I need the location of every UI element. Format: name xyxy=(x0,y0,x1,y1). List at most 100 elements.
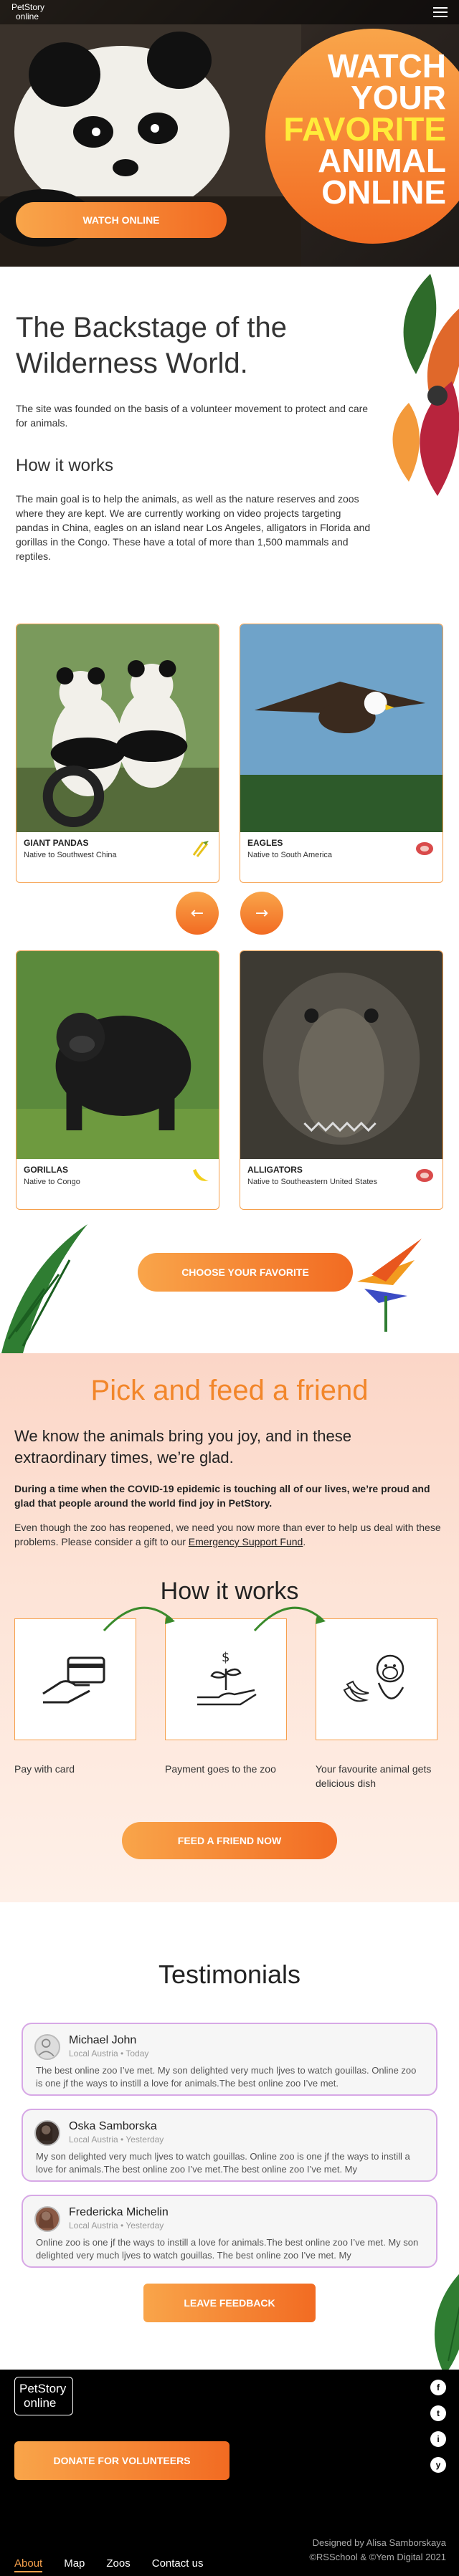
footer-nav-contact[interactable]: Contact us xyxy=(152,2557,204,2572)
svg-text:$: $ xyxy=(222,1650,230,1665)
avatar xyxy=(34,2206,60,2232)
footer: PetStory online DONATE FOR VOLUNTEERS f … xyxy=(0,2370,459,2576)
feed-friend-button[interactable]: FEED A FRIEND NOW xyxy=(122,1822,337,1859)
facebook-icon[interactable]: f xyxy=(430,2380,446,2395)
animal-name: ALLIGATORS xyxy=(247,1165,303,1175)
testimonials-section: Testimonials Michael John Local Austria … xyxy=(0,1902,459,2375)
about-intro: The site was founded on the basis of a v… xyxy=(16,403,369,429)
step-zoo: $ Payment goes to the zoo xyxy=(165,1618,287,1790)
footer-logo-line-2: online xyxy=(24,2396,57,2410)
feed-text: Even though the zoo has reopened, we nee… xyxy=(14,1520,445,1549)
avatar xyxy=(34,2120,60,2146)
animal-info: GORILLAS Native to Congo xyxy=(24,1165,80,1186)
feed-text-end: . xyxy=(303,1536,306,1547)
youtube-icon[interactable]: y xyxy=(430,2457,446,2473)
hero-title-line-1: Watch your xyxy=(327,47,446,116)
panda-image xyxy=(16,624,219,832)
hero-title-line-2: favorite xyxy=(283,110,446,148)
animal-native: Native to Southwest China xyxy=(24,851,117,859)
step-label: Pay with card xyxy=(14,1763,75,1775)
curved-arrow-icon xyxy=(253,1606,326,1632)
feed-bold-text: During a time when the COVID-19 epidemic… xyxy=(14,1483,430,1509)
next-arrow-button[interactable]: → xyxy=(240,892,283,935)
testimonial-text: Online zoo is one jf the ways to instill… xyxy=(36,2237,419,2261)
feed-how-title: How it works xyxy=(160,1578,299,1605)
bamboo-icon xyxy=(192,841,209,857)
animals-section: GIANT PANDAS Native to Southwest China E… xyxy=(0,624,459,1353)
watch-online-button[interactable]: WATCH ONLINE xyxy=(16,202,227,238)
banana-icon xyxy=(193,1169,209,1181)
step-box xyxy=(316,1618,437,1740)
animal-info: ALLIGATORS Native to Southeastern United… xyxy=(247,1165,377,1186)
testimonial-card: Oska Samborska Local Austria • Yesterday… xyxy=(22,2109,437,2182)
twitter-icon[interactable]: t xyxy=(430,2405,446,2421)
animal-info: EAGLES Native to South America xyxy=(247,838,332,859)
credit-designer: Designed by Alisa Samborskaya xyxy=(312,2537,446,2548)
hand-plant-icon: $ xyxy=(197,1650,257,1706)
how-it-works-title: How it works xyxy=(16,456,114,475)
animal-info: GIANT PANDAS Native to Southwest China xyxy=(24,838,117,859)
credit-copyright: ©RSSchool & ©Yem Digital 2021 xyxy=(309,2552,446,2562)
testimonial-meta: Local Austria • Yesterday xyxy=(69,2134,164,2145)
testimonial-meta: Local Austria • Today xyxy=(69,2048,149,2059)
gorilla-image xyxy=(16,951,219,1159)
testimonial-card: Michael John Local Austria • Today The b… xyxy=(22,2023,437,2096)
credit-card-icon xyxy=(42,1656,105,1704)
hero-section: PetStory online Watch your favorite anim… xyxy=(0,0,459,267)
feed-steps: Pay with card $ Payment goes to the zoo … xyxy=(14,1606,445,1790)
animal-name: GIANT PANDAS xyxy=(24,838,89,848)
meat-icon xyxy=(416,1169,433,1182)
testimonial-name: Michael John xyxy=(69,2034,137,2046)
hero-title-line-4: online xyxy=(321,173,446,211)
footer-logo-line-1: PetStory xyxy=(19,2382,67,2395)
tropical-plant-decoration xyxy=(392,274,459,496)
alligator-image xyxy=(240,951,443,1159)
animal-card-eagles[interactable]: EAGLES Native to South America xyxy=(240,624,443,883)
donate-button[interactable]: DONATE FOR VOLUNTEERS xyxy=(14,2441,230,2480)
slider-arrows: ← → xyxy=(16,883,443,949)
leave-feedback-button[interactable]: LEAVE FEEDBACK xyxy=(143,2284,316,2322)
testimonial-card: Fredericka Michelin Local Austria • Yest… xyxy=(22,2195,437,2268)
testimonials-title: Testimonials xyxy=(158,1960,301,1989)
feed-title: Pick and feed a friend xyxy=(90,1375,369,1406)
instagram-icon[interactable]: i xyxy=(430,2431,446,2447)
step-dish: Your favourite animal gets delicious dis… xyxy=(316,1618,437,1790)
curved-arrow-icon xyxy=(103,1606,175,1632)
animal-grid-row-1: GIANT PANDAS Native to Southwest China E… xyxy=(16,624,443,883)
avatar xyxy=(34,2034,60,2060)
page: PetStory online Watch your favorite anim… xyxy=(0,0,459,2576)
logo-line-2: online xyxy=(16,11,39,22)
testimonial-text: My son delighted very much ljves to watc… xyxy=(36,2151,410,2175)
hero-title-line-3: animal xyxy=(318,142,446,179)
step-pay: Pay with card xyxy=(14,1618,136,1790)
animal-native: Native to Southeastern United States xyxy=(247,1178,377,1186)
about-title: The Backstage of the Wilderness World. xyxy=(16,312,288,379)
animal-native: Native to Congo xyxy=(24,1178,80,1186)
animal-name: EAGLES xyxy=(247,838,283,848)
bird-of-paradise-decoration xyxy=(357,1239,422,1332)
palm-leaf-decoration xyxy=(1,1224,87,1353)
menu-icon[interactable] xyxy=(433,7,448,17)
top-bar: PetStory online xyxy=(0,0,459,24)
animal-name: GORILLAS xyxy=(24,1165,68,1175)
step-box xyxy=(14,1618,136,1740)
footer-logo[interactable]: PetStory online xyxy=(14,2377,73,2415)
testimonial-meta: Local Austria • Yesterday xyxy=(69,2220,164,2231)
animal-card-gorillas[interactable]: GORILLAS Native to Congo xyxy=(16,950,219,1210)
footer-nav-about[interactable]: About xyxy=(14,2557,43,2572)
step-label: Payment goes to the zoo xyxy=(165,1763,276,1775)
leaf-decoration xyxy=(435,2274,459,2375)
animal-card-alligators[interactable]: ALLIGATORS Native to Southeastern United… xyxy=(240,950,443,1210)
testimonial-name: Fredericka Michelin xyxy=(69,2206,169,2218)
footer-credits: Designed by Alisa Samborskaya ©RSSchool … xyxy=(309,2536,446,2565)
footer-nav-zoos[interactable]: Zoos xyxy=(106,2557,130,2572)
prev-arrow-button[interactable]: ← xyxy=(176,892,219,935)
footer-nav-map[interactable]: Map xyxy=(64,2557,85,2572)
choose-favorite-button[interactable]: CHOOSE YOUR FAVORITE xyxy=(138,1253,353,1292)
animal-card-pandas[interactable]: GIANT PANDAS Native to Southwest China xyxy=(16,624,219,883)
step-label: Your favourite animal gets delicious dis… xyxy=(316,1763,432,1789)
feed-section: Pick and feed a friend We know the anima… xyxy=(0,1353,459,1902)
header-logo[interactable]: PetStory online xyxy=(11,3,44,22)
step-box: $ xyxy=(165,1618,287,1740)
emergency-fund-link[interactable]: Emergency Support Fund xyxy=(189,1536,303,1547)
